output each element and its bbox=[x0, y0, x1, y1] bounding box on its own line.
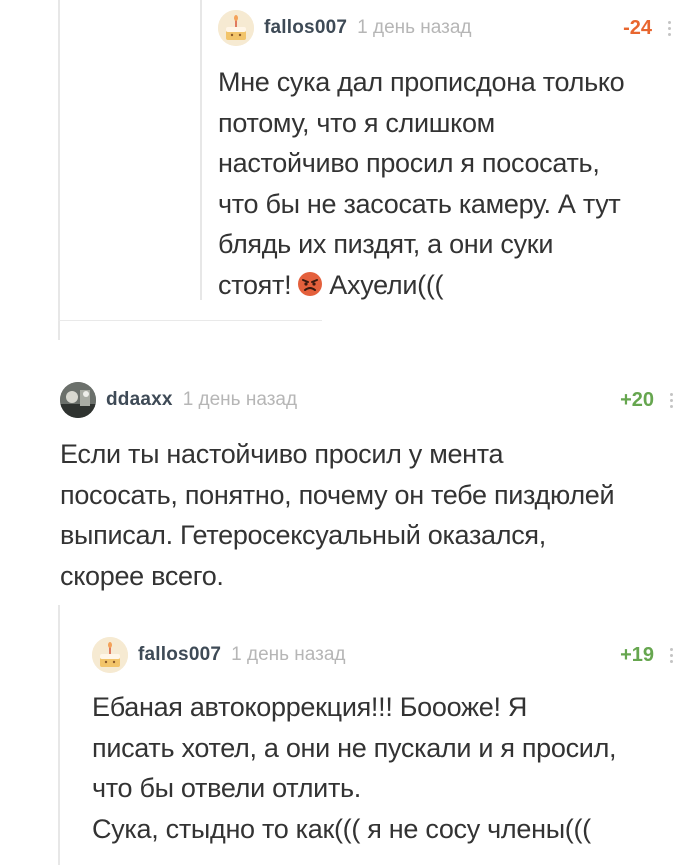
comment: fallos007 1 день назад -24 Мне сука дал … bbox=[218, 8, 678, 305]
thread-divider bbox=[58, 320, 322, 321]
comment-time[interactable]: 1 день назад bbox=[357, 17, 471, 39]
comment-time[interactable]: 1 день назад bbox=[231, 644, 345, 666]
more-options-icon[interactable] bbox=[662, 17, 676, 39]
comment-author[interactable]: fallos007 bbox=[138, 644, 221, 666]
more-options-icon[interactable] bbox=[664, 644, 678, 666]
comment-header: fallos007 1 день назад -24 bbox=[218, 8, 678, 48]
photo-avatar-icon[interactable] bbox=[60, 382, 96, 418]
comment-author[interactable]: ddaaxx bbox=[106, 389, 173, 411]
comment-text: Ебаная автокоррекция!!! Боооже! Я писать… bbox=[92, 692, 617, 844]
comment-rating: +20 bbox=[620, 388, 654, 411]
comment-header: fallos007 1 день назад +19 bbox=[92, 635, 680, 675]
comment-text: Если ты настойчиво просил у мента пососа… bbox=[60, 439, 615, 591]
comment-text: Мне сука дал прописдона только потому, ч… bbox=[218, 62, 678, 305]
comment-text-part: Ахуели((( bbox=[329, 269, 444, 300]
comment: ddaaxx 1 день назад +20 Если ты настойчи… bbox=[60, 380, 680, 596]
thread-line bbox=[58, 605, 60, 865]
angry-face-emoji-icon bbox=[298, 271, 323, 296]
more-options-icon[interactable] bbox=[664, 389, 678, 411]
cake-avatar-icon[interactable] bbox=[218, 10, 254, 46]
comment-author[interactable]: fallos007 bbox=[264, 17, 347, 39]
comment-time[interactable]: 1 день назад bbox=[183, 389, 297, 411]
thread-line-nested bbox=[200, 0, 202, 300]
comment-rating: -24 bbox=[623, 16, 652, 39]
comment-text-part: Мне сука дал прописдона только потому, ч… bbox=[218, 67, 625, 300]
thread-line bbox=[58, 0, 60, 340]
comment-rating: +19 bbox=[620, 643, 654, 666]
comment: fallos007 1 день назад +19 Ебаная автоко… bbox=[92, 635, 680, 849]
cake-avatar-icon[interactable] bbox=[92, 637, 128, 673]
comment-header: ddaaxx 1 день назад +20 bbox=[60, 380, 680, 420]
